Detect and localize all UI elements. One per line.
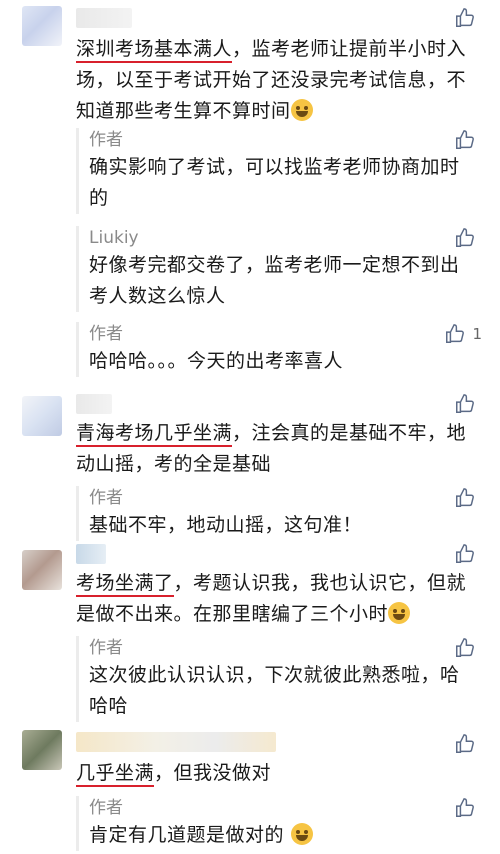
reply-text-body: 肯定有几道题是做对的 (89, 824, 285, 846)
reply-text: 好像考完都交卷了，监考老师一定想不到出考人数这么惊人 (89, 254, 460, 307)
grinning-emoji (290, 823, 313, 845)
comment-text: 深圳考场基本满人，监考老师让提前半小时入场，以至于考试开始了还没录完考试信息，不… (76, 34, 482, 127)
like-button[interactable] (454, 636, 482, 660)
reply-author: Liukiy (89, 228, 139, 248)
thumbs-up-icon (456, 228, 474, 247)
highlighted-text: 考场坐满了 (76, 572, 174, 597)
reply-author: 作者 (89, 324, 123, 344)
username-blurred (76, 394, 112, 414)
like-button[interactable] (454, 796, 482, 820)
reply: 作者 这次彼此认识认识，下次就彼此熟悉啦，哈哈哈 (76, 636, 500, 722)
avatar[interactable] (22, 730, 62, 770)
like-count: 1 (472, 325, 482, 343)
comment-text: 青海考场几乎坐满，注会真的是基础不牢，地动山摇，考的全是基础 (76, 418, 482, 480)
reply-author: 作者 (89, 130, 123, 150)
thumbs-up-icon (456, 734, 474, 753)
username-blurred (76, 732, 276, 752)
like-button[interactable] (454, 392, 482, 416)
reply-text: 这次彼此认识认识，下次就彼此熟悉啦，哈哈哈 (89, 664, 460, 717)
like-button[interactable]: 1 (444, 322, 482, 346)
highlighted-text: 青海考场几乎坐满 (76, 422, 233, 447)
reply-author: 作者 (89, 638, 123, 658)
crying-emoji (388, 602, 411, 624)
reply-text: 肯定有几道题是做对的 (89, 820, 500, 851)
reply-author: 作者 (89, 488, 123, 508)
reply-text: 哈哈哈。。。今天的出考率喜人 (89, 350, 344, 372)
username-blurred (76, 8, 132, 28)
like-button[interactable] (454, 542, 482, 566)
reply-text: 基础不牢，地动山摇，这句准！ (89, 514, 363, 536)
laughing-tears-emoji (290, 99, 313, 121)
thumbs-up-icon (456, 8, 474, 27)
reply-text: 确实影响了考试，可以找监考老师协商加时的 (89, 156, 460, 209)
like-button[interactable] (454, 6, 482, 30)
thumbs-up-icon (456, 798, 474, 817)
highlighted-text: 深圳考场基本满人 (76, 38, 233, 63)
reply: Liukiy 好像考完都交卷了，监考老师一定想不到出考人数这么惊人 (76, 226, 500, 312)
reply-author: 作者 (89, 798, 123, 818)
reply: 作者 哈哈哈。。。今天的出考率喜人 1 (76, 322, 500, 377)
comment-body: ，但我没做对 (154, 762, 272, 784)
comment-text: 考场坐满了，考题认识我，我也认识它，但就是做不出来。在那里瞎编了三个小时 (76, 568, 482, 630)
thumbs-up-icon (456, 638, 474, 657)
thumbs-up-icon (456, 488, 474, 507)
thumbs-up-icon (456, 394, 474, 413)
username-blurred (76, 544, 106, 564)
reply: 作者 肯定有几道题是做对的 (76, 796, 500, 851)
like-button[interactable] (454, 226, 482, 250)
like-button[interactable] (454, 128, 482, 152)
avatar[interactable] (22, 6, 62, 46)
like-button[interactable] (454, 486, 482, 510)
avatar[interactable] (22, 396, 62, 436)
highlighted-text: 几乎坐满 (76, 762, 155, 787)
reply: 作者 确实影响了考试，可以找监考老师协商加时的 (76, 128, 500, 214)
thumbs-up-icon (456, 130, 474, 149)
thumbs-up-icon (456, 544, 474, 563)
avatar[interactable] (22, 550, 62, 590)
like-button[interactable] (454, 732, 482, 756)
thumbs-up-icon (446, 324, 465, 343)
comment-text: 几乎坐满，但我没做对 (76, 758, 482, 789)
reply: 作者 基础不牢，地动山摇，这句准！ (76, 486, 500, 541)
